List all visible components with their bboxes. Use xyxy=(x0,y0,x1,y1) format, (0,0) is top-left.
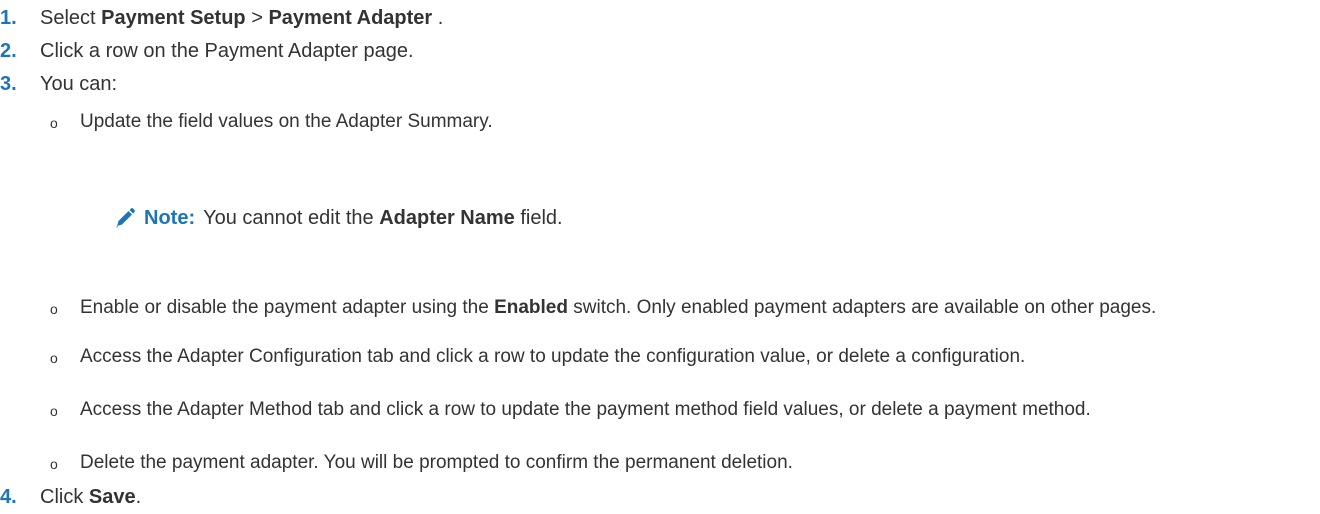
option-text: Access the Adapter Method tab and click … xyxy=(80,399,1091,420)
step-text: Click Save. xyxy=(40,484,141,510)
step-text: You can: xyxy=(40,73,118,95)
note-text: You cannot edit the Adapter Name field. xyxy=(203,205,563,231)
note-text-part: field. xyxy=(514,207,563,229)
step-2: 2. Click a row on the Payment Adapter pa… xyxy=(0,38,414,64)
option-item: o Access the Adapter Configuration tab a… xyxy=(50,345,1310,371)
option-item: o Delete the payment adapter. You will b… xyxy=(50,451,1310,477)
option-text: Delete the payment adapter. You will be … xyxy=(80,452,793,473)
step-number: 4. xyxy=(0,486,17,508)
bullet-icon: o xyxy=(50,403,58,419)
path-separator: > xyxy=(245,7,269,29)
option-item: o Enable or disable the payment adapter … xyxy=(50,296,1310,322)
step-text: Select Payment Setup > Payment Adapter . xyxy=(40,5,443,31)
step-text-part: Click xyxy=(40,486,89,508)
step-number: 3. xyxy=(0,73,17,95)
step-text-part: . xyxy=(432,7,444,29)
step-3: 3. You can: xyxy=(0,71,117,97)
note-callout: Note: You cannot edit the Adapter Name f… xyxy=(114,205,563,231)
option-item: o Update the field values on the Adapter… xyxy=(50,110,1310,136)
option-text: Enable or disable the payment adapter us… xyxy=(80,296,1310,320)
step-text-part: Select xyxy=(40,7,102,29)
note-text-part: You cannot edit the xyxy=(203,207,380,229)
option-item: o Access the Adapter Method tab and clic… xyxy=(50,398,1310,424)
procedure: 1. Select Payment Setup > Payment Adapte… xyxy=(0,0,1320,514)
bullet-icon: o xyxy=(50,350,58,366)
menu-path-payment-adapter: Payment Adapter xyxy=(268,7,433,29)
field-name-adapter-name: Adapter Name xyxy=(379,207,515,229)
save-label: Save xyxy=(88,486,136,508)
bullet-icon: o xyxy=(50,456,58,472)
step-1: 1. Select Payment Setup > Payment Adapte… xyxy=(0,5,443,31)
note-label: Note: xyxy=(144,207,196,229)
step-number: 1. xyxy=(0,7,17,29)
bullet-icon: o xyxy=(50,301,58,317)
option-text: Access the Adapter Configuration tab and… xyxy=(80,346,1026,367)
option-text: Update the field values on the Adapter S… xyxy=(80,111,493,132)
step-text: Click a row on the Payment Adapter page. xyxy=(40,40,414,62)
switch-name-enabled: Enabled xyxy=(494,297,568,318)
step-number: 2. xyxy=(0,40,17,62)
option-text-part: switch. Only enabled payment adapters ar… xyxy=(567,297,1157,318)
bullet-icon: o xyxy=(50,115,58,131)
pencil-icon xyxy=(114,207,136,229)
option-text-part: Enable or disable the payment adapter us… xyxy=(80,297,495,318)
menu-path-payment-setup: Payment Setup xyxy=(101,7,246,29)
step-4: 4. Click Save. xyxy=(0,484,141,510)
step-text-part: . xyxy=(135,486,142,508)
